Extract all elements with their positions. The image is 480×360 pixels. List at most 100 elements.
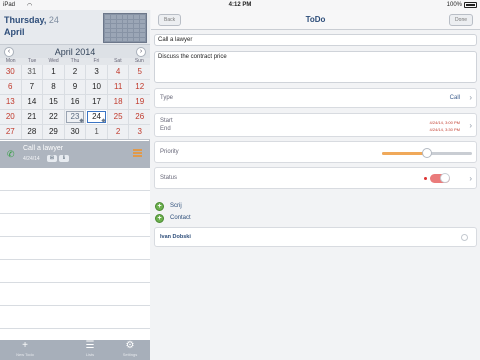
calendar-day[interactable]: 19 (129, 95, 150, 109)
empty-list-area (0, 168, 150, 348)
calendar-day[interactable]: 26 (129, 110, 150, 124)
calendar-day[interactable]: 15 (43, 95, 64, 109)
calendar-day[interactable]: 7 (21, 80, 43, 94)
calendar-day[interactable]: 16 (64, 95, 86, 109)
calendar-day[interactable]: 23 (64, 110, 86, 124)
mini-grid-cell (140, 15, 145, 19)
new-todo-button[interactable]: + New Todo (5, 340, 45, 360)
mini-grid-cell (116, 19, 122, 23)
mini-grid-cell (128, 15, 134, 19)
mini-grid-cell (122, 19, 128, 23)
calendar-day[interactable]: 27 (0, 125, 21, 139)
month-text: April (4, 27, 25, 37)
new-todo-icon: + (22, 340, 28, 351)
priority-slider-thumb[interactable] (422, 148, 432, 158)
done-button[interactable]: Done (449, 14, 473, 26)
title-field[interactable]: Call a lawyer (154, 34, 477, 46)
calendar-day[interactable]: 10 (86, 80, 107, 94)
month-title: April 2014 (54, 47, 96, 57)
status-row: Status › (154, 167, 477, 189)
toolbar-label: Settings (122, 352, 138, 357)
weekday-label: Thu (70, 58, 80, 64)
priority-slider[interactable] (382, 148, 472, 158)
ipad-screen: iPad ◠ 4:12 PM 100% Thursday, 24 April ‹… (0, 0, 480, 360)
mini-grid-cell (140, 19, 145, 23)
notes-field[interactable]: Discuss the contract price (154, 51, 477, 83)
mini-grid-cell (122, 28, 128, 32)
mini-grid-cell (122, 33, 128, 37)
mini-grid-cell (110, 19, 116, 23)
calendar-day[interactable]: 20 (0, 110, 21, 124)
priority-slider-fill (382, 152, 427, 155)
page-title: ToDo (305, 15, 326, 24)
settings-button[interactable]: ⚙ Settings (110, 340, 150, 360)
calendar-day[interactable]: 21 (21, 110, 43, 124)
calendar-day[interactable]: 4 (107, 65, 129, 79)
weekday-label: Tue (27, 58, 37, 64)
type-label: Type (160, 95, 174, 101)
mini-calendar-icon[interactable] (103, 13, 147, 43)
badge-icon: ⊞ (47, 155, 57, 162)
calendar-day[interactable]: 22 (43, 110, 64, 124)
status-dot-icon (424, 177, 427, 180)
calendar-day[interactable]: 12 (129, 80, 150, 94)
event-list-item[interactable]: ✆ Call a lawyer 4/24/14 ⊞ ℹ (0, 141, 150, 168)
weekday-text: Thursday, (4, 15, 47, 25)
mini-grid-cell (128, 33, 134, 37)
calendar-day[interactable]: 2 (64, 65, 86, 79)
calendar-day[interactable]: 18 (107, 95, 129, 109)
toolbar-label: New Todo (16, 352, 34, 357)
radio-icon[interactable] (461, 234, 468, 241)
type-row[interactable]: Type Call › (154, 88, 477, 108)
calendar-day[interactable]: 13 (0, 95, 21, 109)
weekday-header: Mon Tue Wed Thu Fri Sat Sun (0, 58, 150, 65)
add-contact-button[interactable]: + Contact (154, 213, 477, 225)
mini-grid-cell (105, 33, 110, 37)
calendar-day[interactable]: 28 (21, 125, 43, 139)
calendar-day[interactable]: 1 (86, 125, 107, 139)
mini-grid-cell (140, 33, 145, 37)
month-grid: 30 31 1 2 3 4 5 6 7 8 9 10 11 12 13 14 15 16 17 18 19 20 21 22 2… (0, 65, 150, 140)
calendar-day[interactable]: 11 (107, 80, 129, 94)
calendar-day[interactable]: 17 (86, 95, 107, 109)
calendar-day[interactable]: 8 (43, 80, 64, 94)
chevron-right-icon: › (469, 121, 472, 130)
mini-grid-cell (110, 37, 116, 41)
calendar-day[interactable]: 31 (21, 65, 43, 79)
calendar-day[interactable]: 1 (43, 65, 64, 79)
calendar-day[interactable]: 25 (107, 110, 129, 124)
calendar-day[interactable]: 29 (43, 125, 64, 139)
weekday-label: Sat (114, 58, 122, 64)
calendar-day[interactable]: 9 (64, 80, 86, 94)
chevron-right-icon: › (469, 93, 472, 102)
mini-grid-cell (134, 33, 140, 37)
status-toggle[interactable] (430, 173, 450, 183)
toggle-knob (440, 173, 450, 183)
start-value: 4/24/14, 3:00 PM (429, 120, 460, 125)
list-menu-icon[interactable] (133, 149, 142, 157)
next-month-button[interactable]: › (136, 47, 146, 57)
lists-button[interactable]: ☰ Lists (70, 340, 110, 360)
todo-detail-pane: Back ToDo Done Call a lawyer Discuss the… (151, 10, 480, 360)
calendar-day[interactable]: 24 (86, 110, 107, 124)
date-row[interactable]: Start End 4/24/14, 3:00 PM 4/24/14, 3:30… (154, 113, 477, 137)
calendar-pane: Thursday, 24 April ‹ April 2014 › Mon Tue… (0, 10, 150, 360)
calendar-day[interactable]: 2 (107, 125, 129, 139)
calendar-day[interactable]: 6 (0, 80, 21, 94)
mini-grid-cell (134, 24, 140, 28)
calendar-day[interactable]: 3 (86, 65, 107, 79)
calendar-day[interactable]: 3 (129, 125, 150, 139)
contact-row[interactable]: Ivan Dobski (154, 227, 477, 247)
end-label: End (160, 126, 171, 132)
calendar-day[interactable]: 5 (129, 65, 150, 79)
add-scrij-button[interactable]: + Scrij (154, 201, 477, 213)
calendar-day[interactable]: 30 (0, 65, 21, 79)
calendar-day[interactable]: 30 (64, 125, 86, 139)
mini-grid-cell (128, 19, 134, 23)
day-number: 24 (48, 15, 59, 25)
mini-grid-cell (116, 28, 122, 32)
mini-grid-cell (105, 28, 110, 32)
calendar-day[interactable]: 14 (21, 95, 43, 109)
bottom-toolbar: + New Todo ☰ Lists ⚙ Settings (0, 340, 150, 360)
mini-grid-cell (122, 15, 128, 19)
